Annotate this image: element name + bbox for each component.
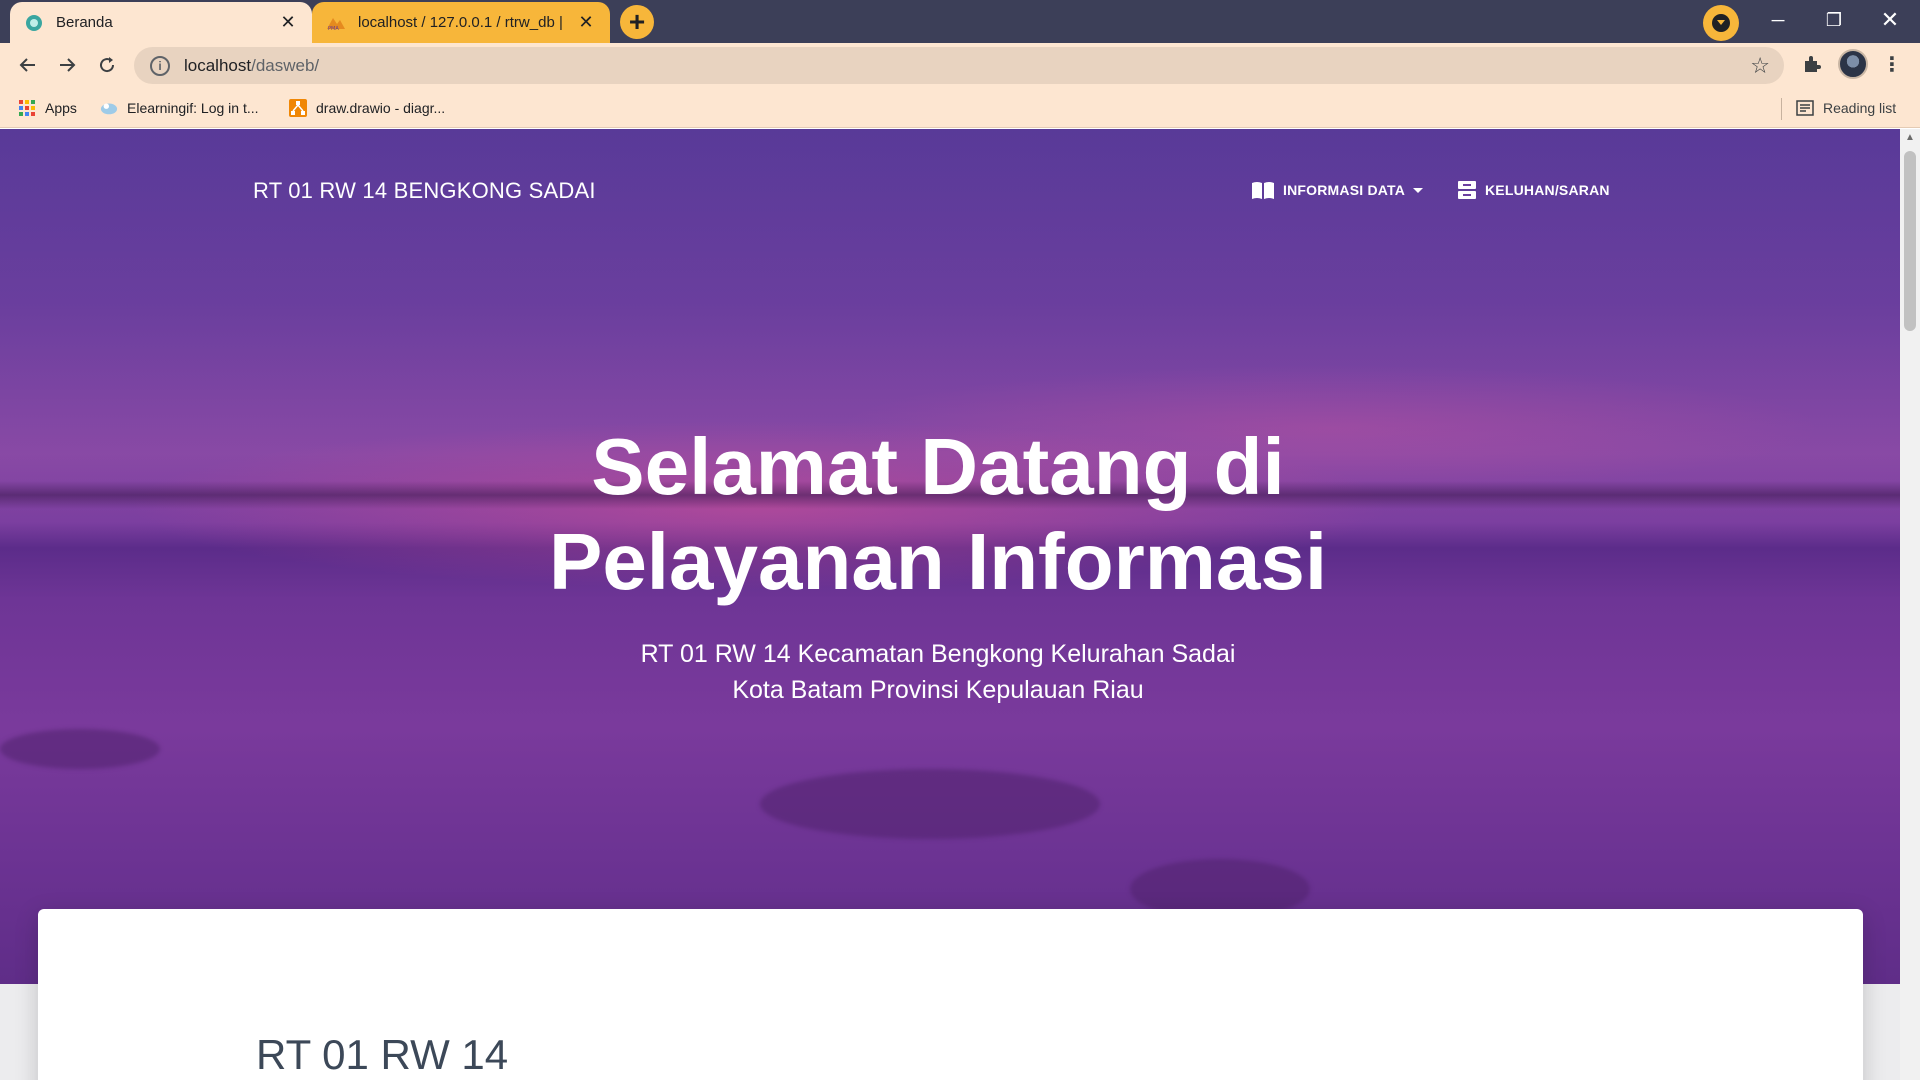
bookmarks-bar: Apps Elearningif: Log in t... draw.drawi… — [0, 88, 1920, 128]
page-viewport: RT 01 RW 14 BENGKONG SADAI INFORMASI DAT… — [0, 129, 1900, 1080]
hero-background-rock — [760, 769, 1100, 839]
restore-window-button[interactable]: ❐ — [1806, 0, 1862, 40]
hero-subtitle: RT 01 RW 14 Kecamatan Bengkong Kelurahan… — [0, 636, 1876, 708]
drawio-icon — [289, 99, 307, 117]
back-button[interactable] — [12, 49, 44, 81]
reading-list-button[interactable]: Reading list — [1796, 96, 1896, 120]
hero-title-line: Selamat Datang di — [591, 422, 1285, 511]
book-open-icon — [1251, 180, 1275, 200]
scroll-up-icon[interactable]: ▲ — [1900, 129, 1920, 147]
bookmark-label: Apps — [45, 100, 77, 116]
nav-informasi-data[interactable]: INFORMASI DATA — [1251, 177, 1424, 203]
chevron-down-icon — [1712, 14, 1730, 32]
browser-menu-icon[interactable]: ⋮ — [1878, 50, 1906, 78]
main-content-card: RT 01 RW 14 — [38, 909, 1863, 1080]
bookmark-label: draw.drawio - diagr... — [316, 100, 446, 116]
nav-keluhan-saran[interactable]: KELUHAN/SARAN — [1457, 177, 1610, 203]
close-tab-icon[interactable]: ✕ — [278, 12, 298, 33]
profile-avatar[interactable] — [1838, 49, 1868, 79]
close-window-button[interactable]: ✕ — [1862, 0, 1918, 40]
bookmark-drawio[interactable]: draw.drawio - diagr... — [289, 96, 445, 120]
bookmark-star-icon[interactable]: ☆ — [1750, 53, 1770, 79]
scrollbar-thumb[interactable] — [1904, 151, 1916, 331]
site-info-icon[interactable]: i — [150, 55, 170, 76]
new-tab-button[interactable]: + — [620, 5, 654, 39]
phpmyadmin-icon: PMA — [326, 13, 346, 33]
hero-section: RT 01 RW 14 BENGKONG SADAI INFORMASI DAT… — [0, 129, 1900, 984]
arrow-left-icon — [19, 58, 35, 72]
tab-title: Beranda — [56, 14, 113, 31]
elearning-icon — [100, 99, 118, 117]
bookmarks-separator — [1781, 98, 1782, 120]
globe-teal-icon — [24, 13, 44, 33]
hero-subtitle-line: RT 01 RW 14 Kecamatan Bengkong Kelurahan… — [640, 640, 1236, 668]
hero-background-rock — [0, 729, 160, 769]
svg-text:PMA: PMA — [328, 26, 339, 31]
caret-down-icon — [1413, 187, 1424, 193]
close-tab-icon[interactable]: ✕ — [576, 12, 596, 33]
bookmark-label: Elearningif: Log in t... — [127, 100, 259, 116]
hero-subtitle-line: Kota Batam Provinsi Kepulauan Riau — [732, 676, 1144, 704]
apps-grid-icon — [18, 99, 36, 117]
page-scrollbar[interactable]: ▲ — [1900, 129, 1920, 1080]
tab-title: localhost / 127.0.0.1 / rtrw_db | p — [358, 14, 568, 31]
tab-beranda[interactable]: Beranda ✕ — [10, 2, 312, 43]
address-bar[interactable]: i localhost/dasweb/ ☆ — [134, 47, 1784, 84]
hero-title-line: Pelayanan Informasi — [548, 517, 1328, 606]
address-url: localhost/dasweb/ — [184, 56, 319, 76]
reading-list-icon — [1796, 99, 1814, 117]
minimize-window-button[interactable]: ─ — [1750, 0, 1806, 40]
section-heading: RT 01 RW 14 — [256, 1031, 509, 1078]
extensions-puzzle-icon[interactable] — [1798, 50, 1826, 78]
nav-label: INFORMASI DATA — [1283, 182, 1406, 198]
bookmark-elearning[interactable]: Elearningif: Log in t... — [100, 96, 259, 120]
bookmark-apps[interactable]: Apps — [18, 96, 77, 120]
site-brand[interactable]: RT 01 RW 14 BENGKONG SADAI — [253, 178, 596, 204]
tab-phpmyadmin[interactable]: PMA localhost / 127.0.0.1 / rtrw_db | p … — [312, 2, 610, 43]
url-path: /dasweb/ — [251, 55, 320, 75]
browser-toolbar: i localhost/dasweb/ ☆ — [0, 43, 1920, 88]
url-host: localhost — [184, 55, 252, 75]
reload-button[interactable] — [91, 49, 123, 81]
reading-list-label: Reading list — [1823, 100, 1897, 116]
reload-icon — [100, 57, 115, 73]
hero-title: Selamat Datang di Pelayanan Informasi — [0, 419, 1876, 609]
tab-search-button[interactable] — [1703, 5, 1739, 41]
forward-button[interactable] — [51, 49, 83, 81]
nav-label: KELUHAN/SARAN — [1485, 182, 1610, 198]
arrow-right-icon — [60, 58, 76, 72]
inbox-icon — [1457, 180, 1477, 200]
browser-tab-strip: Beranda ✕ PMA localhost / 127.0.0.1 / rt… — [0, 0, 1920, 43]
